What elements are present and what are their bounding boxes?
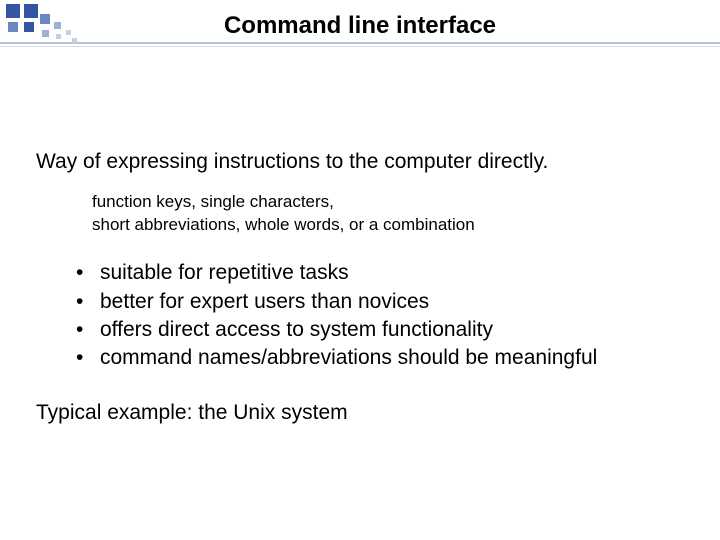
list-item: offers direct access to system functiona… [76, 316, 696, 344]
list-item: better for expert users than novices [76, 288, 696, 316]
closing-text: Typical example: the Unix system [36, 399, 696, 426]
list-item: suitable for repetitive tasks [76, 259, 696, 287]
subnote-line1: function keys, single characters, [92, 192, 334, 211]
list-item: command names/abbreviations should be me… [76, 344, 696, 372]
intro-text: Way of expressing instructions to the co… [36, 148, 696, 175]
slide-title: Command line interface [0, 12, 720, 40]
subnote: function keys, single characters, short … [92, 191, 612, 237]
bullet-list: suitable for repetitive tasks better for… [76, 259, 696, 372]
subnote-line2: short abbreviations, whole words, or a c… [92, 215, 475, 234]
slide-content: Way of expressing instructions to the co… [36, 148, 696, 426]
